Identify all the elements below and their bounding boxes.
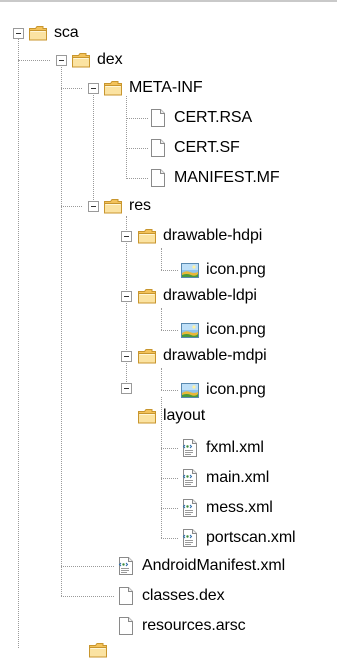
tree-item-classes-dex[interactable]: classes.dex <box>116 584 225 608</box>
tree-item-label: fxml.xml <box>206 439 264 456</box>
top-divider <box>0 0 337 2</box>
tree-item-icon-png-hdpi[interactable]: icon.png <box>180 258 266 282</box>
file-icon <box>116 616 136 636</box>
image-icon <box>180 260 200 280</box>
file-icon <box>148 138 168 158</box>
tree-item-label: icon.png <box>206 321 266 338</box>
tree-item-label: classes.dex <box>142 587 225 604</box>
tree-item-portscan-xml[interactable]: portscan.xml <box>180 526 296 550</box>
tree-item-drawable-ldpi[interactable]: drawable-ldpi <box>137 284 257 308</box>
tree-item-mess-xml[interactable]: mess.xml <box>180 496 273 520</box>
xml-file-icon <box>180 438 200 458</box>
xml-file-icon <box>180 468 200 488</box>
tree-line <box>161 330 178 331</box>
tree-item-label: res <box>129 197 151 214</box>
file-tree: sca dex META-INF CERT.RSA CERT.SF MANIFE… <box>0 0 337 648</box>
tree-line <box>161 390 178 391</box>
collapse-toggle-drawable-hdpi[interactable] <box>121 231 132 242</box>
tree-item-label: CERT.RSA <box>174 109 253 126</box>
tree-item-label: portscan.xml <box>206 529 296 546</box>
tree-item-fxml-xml[interactable]: fxml.xml <box>180 436 264 460</box>
tree-item-layout[interactable]: layout <box>137 404 205 428</box>
tree-line <box>61 566 114 567</box>
collapse-toggle-drawable-mdpi[interactable] <box>121 351 132 362</box>
tree-item-android-manifest-xml[interactable]: AndroidManifest.xml <box>116 554 285 578</box>
tree-item-drawable-hdpi[interactable]: drawable-hdpi <box>137 224 262 248</box>
tree-item-label: main.xml <box>206 469 270 486</box>
tree-line <box>161 368 162 390</box>
tree-item-meta-inf[interactable]: META-INF <box>103 76 203 100</box>
tree-item-main-xml[interactable]: main.xml <box>180 466 269 490</box>
tree-item-label: sca <box>54 24 79 41</box>
image-icon <box>180 320 200 340</box>
image-icon <box>180 380 200 400</box>
tree-line <box>61 88 82 89</box>
tree-item-sca[interactable]: sca <box>28 21 79 45</box>
collapse-toggle-meta-inf[interactable] <box>88 83 99 94</box>
tree-item-label: dex <box>97 51 123 68</box>
tree-line <box>161 270 178 271</box>
tree-item-label: META-INF <box>129 79 203 96</box>
folder-icon <box>103 78 123 98</box>
tree-line <box>61 64 62 596</box>
tree-item-manifest-mf[interactable]: MANIFEST.MF <box>148 166 280 190</box>
file-icon <box>116 586 136 606</box>
tree-item-res[interactable]: res <box>103 194 151 218</box>
tree-line <box>161 538 178 539</box>
tree-line <box>18 60 50 61</box>
tree-item-drawable-mdpi[interactable]: drawable-mdpi <box>137 344 267 368</box>
tree-item-label: mess.xml <box>206 499 273 516</box>
tree-line <box>161 478 178 479</box>
tree-line <box>18 34 19 648</box>
tree-item-label: layout <box>163 407 206 424</box>
tree-line <box>161 508 178 509</box>
xml-file-icon <box>180 498 200 518</box>
tree-item-label: CERT.SF <box>174 139 240 156</box>
file-icon <box>148 168 168 188</box>
collapse-toggle-drawable-ldpi[interactable] <box>121 291 132 302</box>
tree-item-label: AndroidManifest.xml <box>142 557 286 574</box>
tree-item-label: drawable-hdpi <box>163 227 263 244</box>
folder-icon <box>137 406 157 426</box>
tree-line <box>161 448 178 449</box>
tree-line <box>161 248 162 270</box>
collapse-toggle-sca[interactable] <box>13 28 24 39</box>
folder-icon <box>28 23 48 43</box>
xml-file-icon <box>180 528 200 548</box>
tree-item-resources-arsc[interactable]: resources.arsc <box>116 614 246 638</box>
tree-item-label: icon.png <box>206 381 266 398</box>
collapse-toggle-res[interactable] <box>88 201 99 212</box>
folder-icon <box>137 286 157 306</box>
tree-item-cert-sf[interactable]: CERT.SF <box>148 136 240 160</box>
folder-icon <box>88 640 108 660</box>
tree-item-icon-png-mdpi[interactable]: icon.png <box>180 378 266 402</box>
tree-item-label: resources.arsc <box>142 617 246 634</box>
tree-item-label: drawable-mdpi <box>163 347 267 364</box>
tree-item-icon-png-ldpi[interactable]: icon.png <box>180 318 266 342</box>
tree-line <box>126 178 148 179</box>
tree-line <box>161 308 162 330</box>
tree-line <box>126 118 148 119</box>
tree-line <box>126 148 148 149</box>
tree-item-dex[interactable]: dex <box>71 48 123 72</box>
tree-item-label: icon.png <box>206 261 266 278</box>
xml-file-icon <box>116 556 136 576</box>
folder-icon <box>71 50 91 70</box>
folder-icon <box>137 346 157 366</box>
tree-item-label: MANIFEST.MF <box>174 169 280 186</box>
tree-line <box>126 96 127 179</box>
collapse-toggle-layout[interactable] <box>121 383 132 394</box>
folder-icon <box>103 196 123 216</box>
tree-item-label: drawable-ldpi <box>163 287 257 304</box>
tree-line <box>61 596 114 597</box>
file-icon <box>148 108 168 128</box>
tree-line <box>126 216 127 392</box>
tree-line <box>93 92 94 210</box>
tree-item-cert-rsa[interactable]: CERT.RSA <box>148 106 252 130</box>
tree-line <box>61 206 82 207</box>
collapse-toggle-dex[interactable] <box>56 55 67 66</box>
folder-icon <box>137 226 157 246</box>
